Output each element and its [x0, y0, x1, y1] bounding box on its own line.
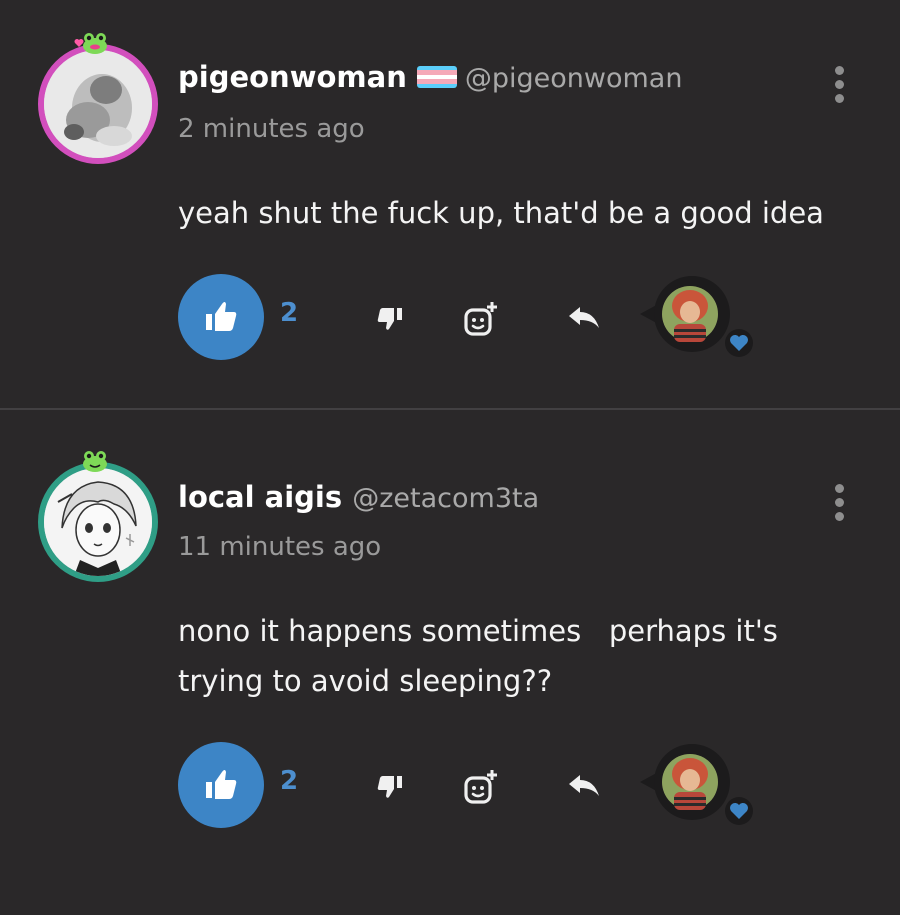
more-options-button[interactable] [832, 66, 846, 108]
display-name[interactable]: pigeonwoman [178, 60, 407, 94]
handle[interactable]: @zetacom3ta [352, 483, 539, 514]
thumbs-up-icon [206, 302, 237, 331]
reply-button[interactable] [564, 298, 604, 338]
comment-actions: 2 [0, 742, 900, 832]
more-vertical-icon [835, 484, 844, 493]
avatar[interactable] [38, 451, 158, 582]
comment: local aigis @zetacom3ta 11 minutes ago n… [0, 410, 900, 915]
add-reaction-button[interactable] [462, 298, 502, 338]
reaction-avatar[interactable] [640, 274, 758, 364]
display-name[interactable]: local aigis [178, 480, 342, 514]
heart-icon [725, 329, 753, 357]
frog-badge-icon [83, 33, 107, 54]
timestamp: 2 minutes ago [178, 114, 365, 144]
comment-actions: 2 [0, 274, 900, 364]
comment: pigeonwoman @pigeonwoman 2 minutes ago ye… [0, 0, 900, 408]
more-options-button[interactable] [832, 484, 846, 526]
heart-sparkle-icon [74, 39, 84, 47]
dislike-button[interactable] [370, 766, 410, 806]
author-line: local aigis @zetacom3ta [178, 480, 539, 514]
reaction-avatar[interactable] [640, 742, 758, 832]
dislike-button[interactable] [370, 298, 410, 338]
like-count: 2 [280, 766, 299, 796]
frog-badge-icon [83, 451, 107, 472]
more-vertical-icon [835, 66, 844, 75]
thumbs-up-icon [206, 770, 237, 799]
timestamp: 11 minutes ago [178, 532, 382, 562]
handle[interactable]: @pigeonwoman [465, 63, 683, 94]
avatar[interactable] [38, 33, 158, 164]
reply-button[interactable] [564, 766, 604, 806]
comment-text: yeah shut the fuck up, that'd be a good … [178, 196, 824, 230]
like-button[interactable] [178, 742, 264, 828]
like-count: 2 [280, 298, 299, 328]
like-button[interactable] [178, 274, 264, 360]
author-line: pigeonwoman @pigeonwoman [178, 60, 682, 94]
avatar-image [38, 462, 158, 582]
heart-icon [725, 797, 753, 825]
comment-text: nono it happens sometimes perhaps it's t… [178, 614, 778, 698]
trans-flag-icon [416, 66, 457, 88]
avatar-image [38, 44, 158, 164]
add-reaction-button[interactable] [462, 766, 502, 806]
